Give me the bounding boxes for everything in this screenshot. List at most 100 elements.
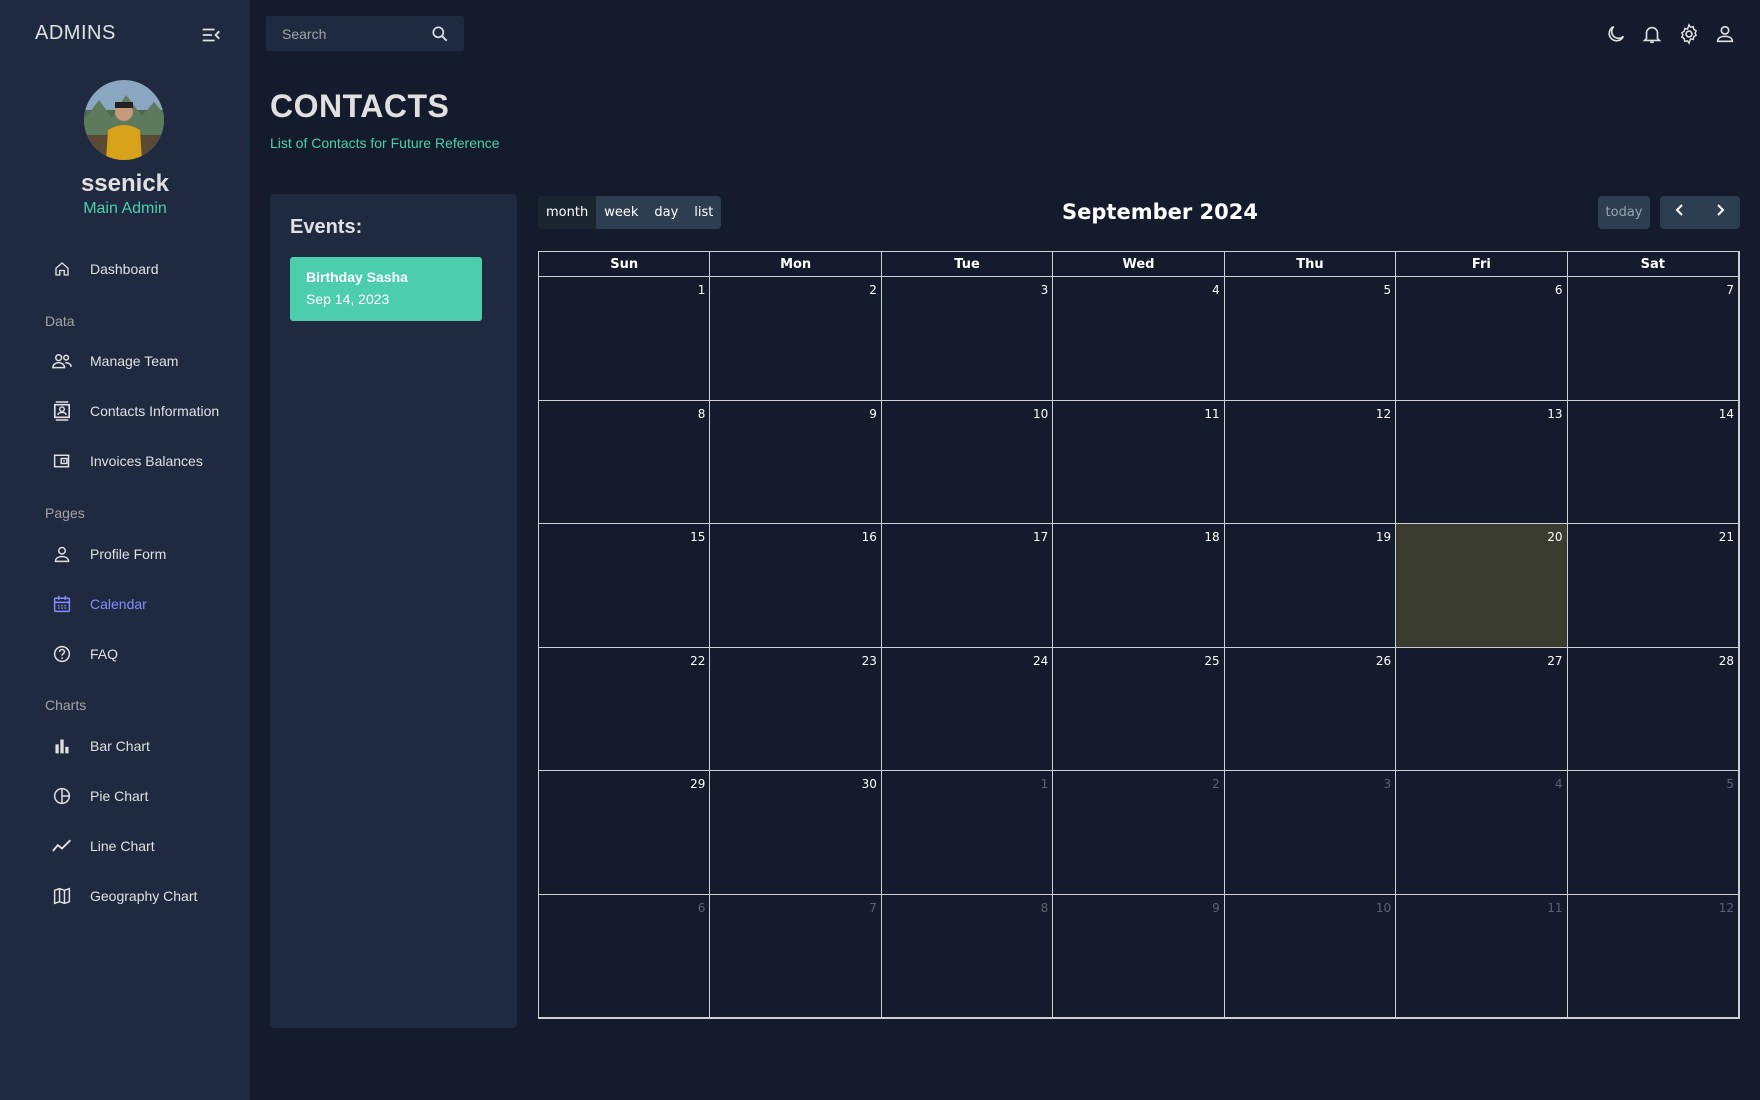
settings-icon[interactable] [1678, 23, 1700, 45]
day-number: 15 [690, 530, 706, 544]
home-icon [52, 259, 72, 279]
sidebar-item-invoices[interactable]: Invoices Balances [0, 441, 250, 481]
day-cell[interactable]: 18 [1053, 524, 1225, 648]
brand-title: ADMINS [35, 22, 116, 44]
sidebar-item-bar-chart[interactable]: Bar Chart [0, 726, 250, 766]
day-cell[interactable]: 10 [881, 400, 1054, 524]
event-card[interactable]: Birthday Sasha Sep 14, 2023 [290, 257, 482, 321]
day-number: 8 [697, 406, 706, 421]
today-button[interactable]: today [1598, 196, 1650, 229]
day-cell[interactable]: 10 [1224, 894, 1397, 1018]
day-cell[interactable]: 27 [1396, 647, 1568, 771]
day-cell[interactable]: 3 [881, 277, 1054, 401]
day-cell[interactable]: 11 [1396, 894, 1568, 1018]
view-toggle-group: month week day list [538, 196, 722, 229]
notifications-icon[interactable] [1641, 23, 1663, 45]
calendar-title: September 2024 [1062, 200, 1258, 224]
sidebar-item-dashboard[interactable]: Dashboard [0, 249, 250, 289]
sidebar: ADMINS ssenick Main Admin Dashboard Data… [0, 0, 250, 1100]
day-cell[interactable]: 24 [881, 647, 1054, 771]
day-cell[interactable]: 4 [1053, 277, 1225, 401]
sidebar-item-label: Bar Chart [90, 738, 150, 754]
next-month-button[interactable] [1700, 196, 1740, 229]
search-icon[interactable] [430, 24, 450, 44]
day-cell[interactable]: 30 [710, 771, 882, 895]
day-number: 2 [869, 283, 877, 297]
day-number: 25 [1204, 653, 1220, 668]
day-cell[interactable]: 8 [881, 894, 1054, 1018]
day-cell[interactable]: 2 [710, 277, 882, 401]
day-cell[interactable]: 22 [539, 647, 711, 771]
day-cell[interactable]: 6 [539, 894, 711, 1018]
contacts-icon [52, 401, 72, 421]
day-cell[interactable]: 4 [1396, 771, 1568, 895]
event-title: Birthday Sasha [306, 269, 408, 285]
sidebar-item-line-chart[interactable]: Line Chart [0, 826, 250, 866]
sidebar-item-label: Contacts Information [90, 403, 220, 419]
day-number: 6 [1554, 283, 1563, 297]
day-cell[interactable]: 20 [1396, 524, 1568, 648]
day-number: 12 [1375, 406, 1392, 421]
day-number: 24 [1032, 653, 1049, 668]
view-list-button[interactable]: list [686, 196, 722, 229]
day-cell[interactable]: 13 [1396, 400, 1568, 524]
day-cell[interactable]: 19 [1224, 524, 1397, 648]
day-cell[interactable]: 7 [1567, 277, 1739, 401]
day-number: 5 [1726, 777, 1734, 791]
weekday-header: Fri [1396, 252, 1568, 277]
sidebar-item-pie-chart[interactable]: Pie Chart [0, 776, 250, 816]
day-cell[interactable]: 21 [1567, 524, 1739, 648]
day-cell[interactable]: 28 [1567, 647, 1739, 771]
sidebar-item-calendar[interactable]: Calendar [0, 584, 250, 624]
sidebar-item-manage-team[interactable]: Manage Team [0, 341, 250, 381]
day-cell[interactable]: 11 [1053, 400, 1225, 524]
menu-collapse-icon[interactable] [200, 24, 222, 46]
day-cell[interactable]: 1 [539, 277, 711, 401]
day-cell[interactable]: 9 [710, 400, 882, 524]
prev-month-button[interactable] [1660, 196, 1700, 229]
day-cell[interactable]: 29 [539, 771, 711, 895]
event-date: Sep 14, 2023 [306, 291, 390, 307]
day-number: 1 [1040, 777, 1049, 791]
day-cell[interactable]: 12 [1567, 894, 1739, 1018]
sidebar-item-geography-chart[interactable]: Geography Chart [0, 876, 250, 916]
day-cell[interactable]: 15 [539, 524, 711, 648]
day-cell[interactable]: 5 [1567, 771, 1739, 895]
day-cell[interactable]: 23 [710, 647, 882, 771]
search-input[interactable] [266, 25, 426, 42]
user-role: Main Admin [83, 200, 167, 217]
day-cell[interactable]: 3 [1224, 771, 1397, 895]
day-cell[interactable]: 8 [539, 400, 711, 524]
day-cell[interactable]: 9 [1053, 894, 1225, 1018]
day-cell[interactable]: 1 [881, 771, 1054, 895]
day-number: 22 [690, 653, 706, 668]
search-box [266, 16, 464, 51]
day-number: 21 [1718, 530, 1734, 544]
day-cell[interactable]: 12 [1224, 400, 1397, 524]
day-cell[interactable]: 17 [881, 524, 1054, 648]
pie-chart-icon [52, 786, 72, 806]
view-month-button[interactable]: month [538, 196, 597, 229]
day-cell[interactable]: 5 [1224, 277, 1397, 401]
events-panel: Events: Birthday Sasha Sep 14, 2023 [270, 194, 517, 1028]
day-cell[interactable]: 25 [1053, 647, 1225, 771]
weekday-header: Mon [710, 252, 882, 277]
day-cell[interactable]: 16 [710, 524, 882, 648]
view-day-button[interactable]: day [646, 196, 687, 229]
sidebar-item-contacts[interactable]: Contacts Information [0, 391, 250, 431]
sidebar-item-faq[interactable]: FAQ [0, 634, 250, 674]
sidebar-item-profile-form[interactable]: Profile Form [0, 534, 250, 574]
sidebar-item-label: Calendar [90, 596, 147, 612]
day-cell[interactable]: 14 [1567, 400, 1739, 524]
day-number: 27 [1547, 653, 1563, 668]
day-cell[interactable]: 6 [1396, 277, 1568, 401]
day-cell[interactable]: 2 [1053, 771, 1225, 895]
day-cell[interactable]: 7 [710, 894, 882, 1018]
day-number: 30 [861, 777, 877, 791]
view-week-button[interactable]: week [596, 196, 647, 229]
dark-mode-icon[interactable] [1605, 23, 1627, 45]
day-number: 6 [697, 900, 706, 915]
calendar-icon [52, 594, 72, 614]
user-icon[interactable] [1714, 23, 1736, 45]
day-cell[interactable]: 26 [1224, 647, 1397, 771]
